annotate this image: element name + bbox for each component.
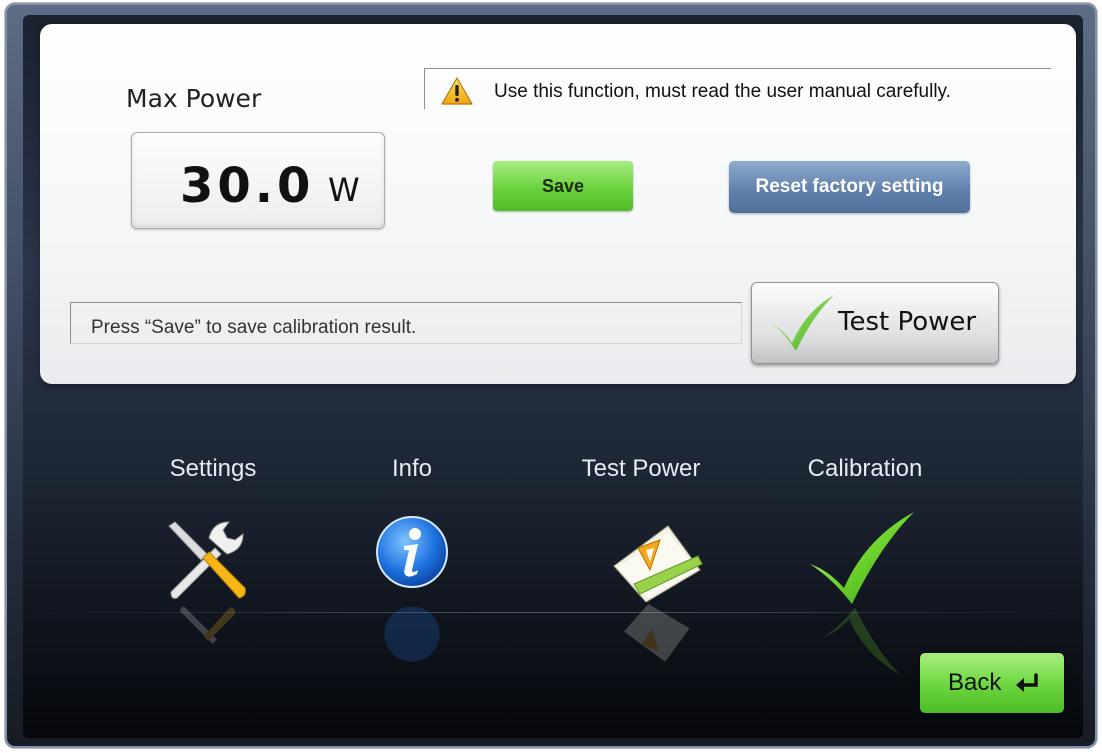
wrench-screwdriver-icon[interactable] [163,518,249,602]
return-arrow-icon [1016,673,1038,692]
save-button[interactable]: Save [493,161,633,211]
warning-text: Use this function, must read the user ma… [494,81,951,102]
calibration-checkmark-icon[interactable] [808,510,918,606]
checkmark-icon [774,295,834,351]
calibration-icon-reflection [824,607,901,675]
ruler-triangle-icon[interactable] [608,518,704,602]
power-value: 30.0 [180,158,315,214]
test-power-button[interactable]: Test Power [751,282,999,364]
back-label: Back [948,669,1002,696]
power-unit: W [328,171,360,209]
nav-label-settings: Settings [169,455,257,482]
max-power-label: Max Power [126,84,262,113]
nav-label-info: Info [391,455,433,482]
back-button[interactable]: Back [920,653,1064,713]
test-power-label: Test Power [838,307,977,337]
status-text: Press “Save” to save calibration result. [91,317,417,338]
settings-icon-reflection [180,606,236,644]
reset-factory-button[interactable]: Reset factory setting [729,161,970,213]
warning-icon [441,77,473,105]
status-field: Press “Save” to save calibration result. [70,302,742,344]
test-power-icon-reflection [624,604,690,662]
nav-label-test-power: Test Power [581,455,701,482]
info-icon[interactable] [374,514,450,590]
info-icon-reflection [384,606,440,662]
warning-banner: Use this function, must read the user ma… [424,68,1051,109]
nav-label-calibration: Calibration [807,455,923,482]
max-power-value-field[interactable]: 30.0 W [131,132,385,229]
